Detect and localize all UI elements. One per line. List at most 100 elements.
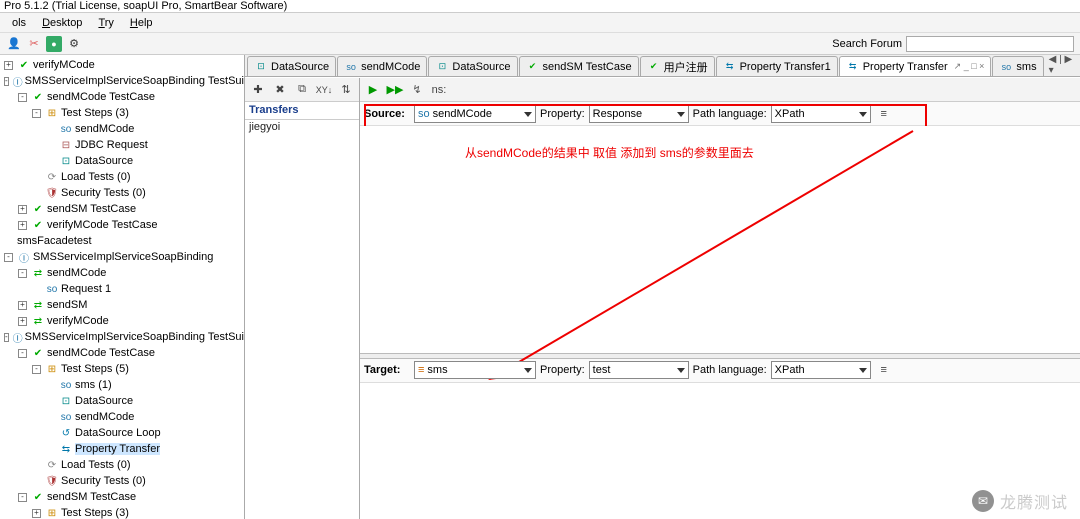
menu-help[interactable]: Help [122, 16, 161, 30]
menu-tools[interactable]: ols [4, 16, 34, 30]
node-icon: ✔ [31, 347, 45, 360]
rename-transfer-icon[interactable]: XY↓ [315, 81, 333, 99]
tree-toggle-icon[interactable]: - [18, 93, 27, 102]
add-transfer-icon[interactable]: ✚ [249, 81, 267, 99]
tree-toggle-icon[interactable]: - [4, 253, 13, 262]
tree-toggle-icon[interactable]: + [18, 317, 27, 326]
tree-node[interactable]: -ⒾSMSServiceImplServiceSoapBinding TestS… [0, 329, 244, 345]
target-property-combo[interactable]: test [589, 361, 689, 379]
run-icon[interactable]: ▶ [364, 81, 382, 99]
annotation-text: 从sendMCode的结果中 取值 添加到 sms的参数里面去 [465, 144, 754, 161]
tree-node[interactable]: -⇄sendMCode [0, 265, 244, 281]
tab-icon: ⇆ [723, 60, 737, 73]
tree-toggle-icon[interactable]: + [18, 301, 27, 310]
scissors-icon[interactable]: ✂ [26, 36, 42, 52]
tree-node[interactable]: +⇄sendSM [0, 297, 244, 313]
target-row: Target: ≡sms Property: test Path languag… [360, 359, 1080, 383]
target-ns-icon[interactable]: ≡ [875, 361, 893, 379]
tree-toggle-icon[interactable]: + [18, 205, 27, 214]
wechat-icon: ✉ [972, 490, 994, 512]
tree-toggle-icon[interactable]: - [4, 77, 9, 86]
tree-toggle-icon[interactable]: + [32, 509, 41, 518]
run-all-icon[interactable]: ▶▶ [386, 81, 404, 99]
tab-nav[interactable]: ◀ | ▶ ▾ [1045, 55, 1080, 76]
tab-icon: ⊡ [435, 60, 449, 73]
tree-node[interactable]: +⊞Test Steps (3) [0, 505, 244, 519]
navigator-tree[interactable]: +✔verifyMCode-ⒾSMSServiceImplServiceSoap… [0, 55, 245, 519]
editor-tab[interactable]: ⊡DataSource [247, 56, 336, 76]
tree-node[interactable]: -ⒾSMSServiceImplServiceSoapBinding [0, 249, 244, 265]
stop-icon[interactable]: ↯ [408, 81, 426, 99]
node-label: SMSServiceImplServiceSoapBinding TestSui… [25, 331, 245, 343]
main-toolbar: 👤 ✂ ● ⚙ Search Forum [0, 33, 1080, 55]
tree-toggle-icon[interactable]: - [32, 365, 41, 374]
tree-toggle-icon[interactable]: + [18, 221, 27, 230]
tree-toggle-icon[interactable]: - [18, 269, 27, 278]
tree-node[interactable]: ↺DataSource Loop [0, 425, 244, 441]
tree-node[interactable]: -⊞Test Steps (3) [0, 105, 244, 121]
transfer-item[interactable]: jiegyoi [245, 120, 359, 134]
node-icon: Ⓘ [17, 251, 31, 264]
tree-node[interactable]: ⇆Property Transfer [0, 441, 244, 457]
tree-toggle-icon[interactable]: - [32, 109, 41, 118]
tree-node[interactable]: +✔verifyMCode TestCase [0, 217, 244, 233]
editor-tab[interactable]: sosendMCode [337, 56, 427, 76]
source-property-combo[interactable]: Response [589, 105, 689, 123]
editor-tab[interactable]: ✔用户注册 [640, 56, 715, 76]
target-step-combo[interactable]: ≡sms [414, 361, 536, 379]
source-ns-icon[interactable]: ≡ [875, 105, 893, 123]
tree-node[interactable]: ⟳Load Tests (0) [0, 169, 244, 185]
editor-tab[interactable]: ✔sendSM TestCase [519, 56, 639, 76]
node-icon: ✔ [31, 91, 45, 104]
tree-node[interactable]: +✔sendSM TestCase [0, 201, 244, 217]
tree-node[interactable]: -ⒾSMSServiceImplServiceSoapBinding TestS… [0, 73, 244, 89]
node-label: Load Tests (0) [61, 459, 131, 471]
editor-tab[interactable]: ⊡DataSource [428, 56, 517, 76]
tree-node[interactable]: 🛡Security Tests (0) [0, 185, 244, 201]
tab-window-controls[interactable]: ↗ _ □ × [954, 61, 985, 72]
search-forum-input[interactable] [906, 36, 1074, 52]
node-icon: ⟳ [45, 171, 59, 184]
tree-node[interactable]: sosendMCode [0, 409, 244, 425]
tree-node[interactable]: +✔verifyMCode [0, 57, 244, 73]
node-label: Test Steps (3) [61, 107, 129, 119]
tree-node[interactable]: soRequest 1 [0, 281, 244, 297]
tree-node[interactable]: 🛡Security Tests (0) [0, 473, 244, 489]
editor-tab[interactable]: ⇆Property Transfer1 [716, 56, 838, 76]
source-lang-combo[interactable]: XPath [771, 105, 871, 123]
tree-toggle-icon[interactable]: - [18, 349, 27, 358]
tree-toggle-icon[interactable]: + [4, 61, 13, 70]
person-icon[interactable]: 👤 [6, 36, 22, 52]
source-step-combo[interactable]: sosendMCode [414, 105, 536, 123]
tree-node[interactable]: ⊟JDBC Request [0, 137, 244, 153]
node-icon: ↺ [59, 427, 73, 440]
tree-node[interactable]: ⊡DataSource [0, 393, 244, 409]
tree-node[interactable]: -⊞Test Steps (5) [0, 361, 244, 377]
node-label: verifyMCode TestCase [47, 219, 157, 231]
menu-try[interactable]: Try [90, 16, 121, 30]
gear-icon[interactable]: ⚙ [66, 36, 82, 52]
tab-icon: so [344, 60, 358, 73]
tree-node[interactable]: -✔sendMCode TestCase [0, 89, 244, 105]
bug-green-icon[interactable]: ● [46, 36, 62, 52]
node-label: SMSServiceImplServiceSoapBinding TestSui… [25, 75, 245, 87]
reorder-icon[interactable]: ⇅ [337, 81, 355, 99]
tree-node[interactable]: sosms (1) [0, 377, 244, 393]
remove-transfer-icon[interactable]: ✖ [271, 81, 289, 99]
tree-node[interactable]: +⇄verifyMCode [0, 313, 244, 329]
tree-node[interactable]: smsFacadetest [0, 233, 244, 249]
node-icon: ✔ [31, 491, 45, 504]
target-lang-combo[interactable]: XPath [771, 361, 871, 379]
copy-transfer-icon[interactable]: ⧉ [293, 81, 311, 99]
editor-tab[interactable]: ⇆Property Transfer↗ _ □ × [839, 56, 992, 76]
source-editor[interactable]: 从sendMCode的结果中 取值 添加到 sms的参数里面去 [360, 126, 1080, 353]
tree-toggle-icon[interactable]: - [4, 333, 9, 342]
tree-node[interactable]: -✔sendSM TestCase [0, 489, 244, 505]
tree-node[interactable]: ⟳Load Tests (0) [0, 457, 244, 473]
tree-node[interactable]: ⊡DataSource [0, 153, 244, 169]
tree-node[interactable]: sosendMCode [0, 121, 244, 137]
menu-desktop[interactable]: Desktop [34, 16, 90, 30]
tree-node[interactable]: -✔sendMCode TestCase [0, 345, 244, 361]
tree-toggle-icon[interactable]: - [18, 493, 27, 502]
editor-tab[interactable]: sosms [992, 56, 1043, 76]
